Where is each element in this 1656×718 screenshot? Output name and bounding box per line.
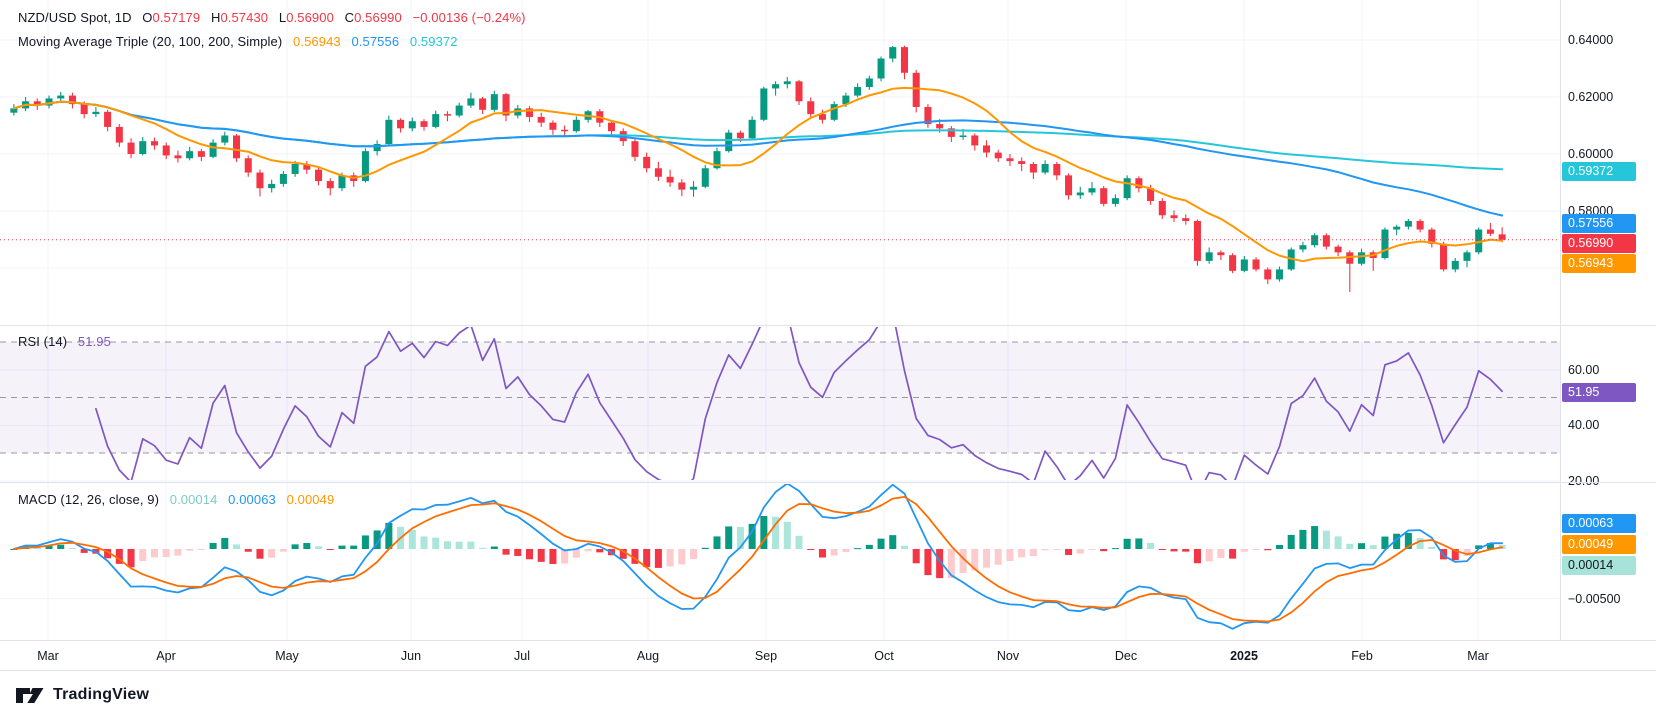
last-price-badge: 0.56990: [1562, 234, 1636, 253]
symbol-title[interactable]: NZD/USD Spot, 1D: [18, 10, 132, 25]
rsi-current-value: 51.95: [78, 334, 111, 349]
rsi-axis-label: 60.00: [1568, 363, 1599, 377]
macd-hist-value: 0.00014: [170, 492, 218, 507]
ohlc-open-value: 0.57179: [153, 10, 201, 25]
symbol-legend[interactable]: NZD/USD Spot, 1D O0.57179 H0.57430 L0.56…: [18, 10, 526, 25]
ohlc-low-value: 0.56900: [286, 10, 334, 25]
time-axis-tick: Mar: [1467, 641, 1489, 671]
ohlc-high-value: 0.57430: [220, 10, 268, 25]
macd-axis-label: −0.00500: [1568, 592, 1620, 606]
price-axis-label: 0.64000: [1568, 33, 1613, 47]
signal-line-badge: 0.00049: [1562, 535, 1636, 554]
time-axis-tick: Dec: [1115, 641, 1137, 671]
change-value: −0.00136 (−0.24%): [413, 10, 526, 25]
rsi-legend[interactable]: RSI (14) 51.95: [18, 334, 111, 349]
ohlc-close-label: C: [345, 10, 355, 25]
time-axis-tick: Oct: [874, 641, 893, 671]
rsi-axis-label: 20.00: [1568, 474, 1599, 488]
ohlc-close-value: 0.56990: [354, 10, 402, 25]
price-axis-border: [1560, 0, 1561, 640]
time-axis-tick: May: [275, 641, 299, 671]
rsi-value-badge: 51.95: [1562, 383, 1636, 402]
histogram-badge: 0.00014: [1562, 556, 1636, 575]
ma20-value: 0.56943: [293, 34, 341, 49]
ma-title[interactable]: Moving Average Triple (20, 100, 200, Sim…: [18, 34, 282, 49]
macd-signal-value: 0.00049: [287, 492, 335, 507]
branding-bar: TradingView: [0, 670, 1656, 718]
tradingview-logo-icon[interactable]: [16, 686, 44, 704]
time-axis-tick: Feb: [1351, 641, 1373, 671]
time-axis-tick: Jun: [401, 641, 421, 671]
tradingview-chart: NZD/USD Spot, 1D O0.57179 H0.57430 L0.56…: [0, 0, 1656, 718]
time-axis[interactable]: Mar Apr May Jun Jul Aug Sep Oct Nov Dec 2025 Feb Mar: [0, 640, 1656, 671]
ma200-value: 0.59372: [410, 34, 458, 49]
ohlc-high-label: H: [211, 10, 221, 25]
rsi-title[interactable]: RSI (14): [18, 334, 67, 349]
time-axis-tick: 2025: [1230, 641, 1258, 671]
price-axis-label: 0.60000: [1568, 147, 1613, 161]
tradingview-brand-text[interactable]: TradingView: [53, 686, 149, 704]
rsi-axis-label: 40.00: [1568, 418, 1599, 432]
ma100-price-badge: 0.57556: [1562, 214, 1636, 233]
time-axis-tick: Mar: [37, 641, 59, 671]
ma200-price-badge: 0.59372: [1562, 162, 1636, 181]
ohlc-open-label: O: [142, 10, 152, 25]
macd-line-badge: 0.00063: [1562, 514, 1636, 533]
ma-legend[interactable]: Moving Average Triple (20, 100, 200, Sim…: [18, 34, 458, 49]
rsi-macd-separator[interactable]: [0, 482, 1656, 483]
time-axis-tick: Sep: [755, 641, 777, 671]
time-axis-tick: Jul: [514, 641, 530, 671]
time-axis-tick: Apr: [156, 641, 175, 671]
time-axis-tick: Nov: [997, 641, 1019, 671]
macd-title[interactable]: MACD (12, 26, close, 9): [18, 492, 159, 507]
chart-plot-area[interactable]: [0, 0, 1656, 640]
macd-line-value: 0.00063: [228, 492, 276, 507]
price-rsi-separator[interactable]: [0, 325, 1656, 326]
price-axis-label: 0.62000: [1568, 90, 1613, 104]
ma20-price-badge: 0.56943: [1562, 254, 1636, 273]
ma100-value: 0.57556: [351, 34, 399, 49]
macd-legend[interactable]: MACD (12, 26, close, 9) 0.00014 0.00063 …: [18, 492, 334, 507]
time-axis-tick: Aug: [637, 641, 659, 671]
